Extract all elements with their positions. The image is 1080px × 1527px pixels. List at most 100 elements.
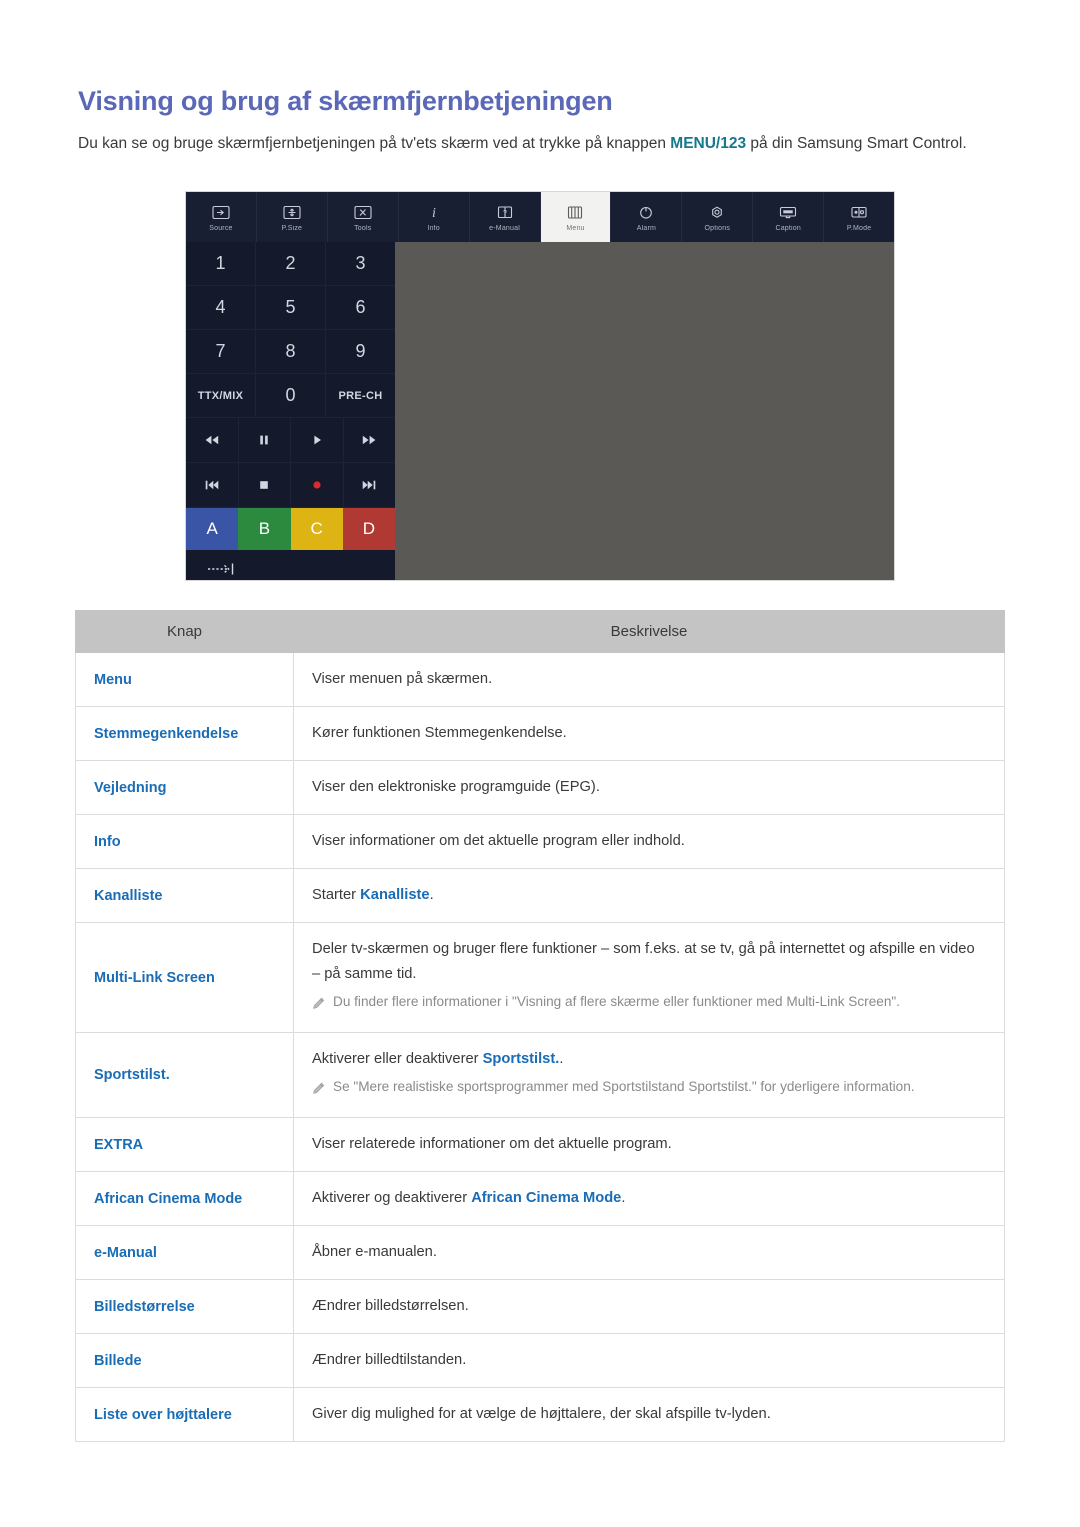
remote-toolbar-label: e-Manual	[489, 224, 520, 232]
keypad-button-4[interactable]: 4	[186, 286, 256, 330]
button-name-cell[interactable]: e-Manual	[75, 1225, 294, 1280]
table-row: Billede Ændrer billedtilstanden.	[75, 1333, 1005, 1388]
button-name-cell[interactable]: Info	[75, 814, 294, 869]
button-name-cell[interactable]: Kanalliste	[75, 868, 294, 923]
keypad-button-1[interactable]: 1	[186, 242, 256, 286]
description-link[interactable]: Sportstilst.	[483, 1051, 560, 1067]
description-cell: Viser informationer om det aktuelle prog…	[293, 814, 1005, 869]
description-fragment: Viser informationer om det aktuelle prog…	[312, 833, 685, 849]
description-cell: Starter Kanalliste.	[293, 868, 1005, 923]
button-name-cell[interactable]: Billedstørrelse	[75, 1279, 294, 1334]
stop-icon[interactable]	[238, 463, 291, 508]
table-row: Stemmegenkendelse Kører funktionen Stemme…	[75, 706, 1005, 761]
button-name-cell[interactable]: Menu	[75, 652, 294, 707]
remote-toolbar-item-source[interactable]: Source	[186, 192, 257, 242]
remote-toolbar-item-caption[interactable]: Caption	[753, 192, 825, 242]
keypad-button-7[interactable]: 7	[186, 330, 256, 374]
alarm-icon	[637, 203, 655, 223]
description-text: Giver dig mulighed for at vælge de højtt…	[312, 1402, 986, 1427]
description-link[interactable]: Kanalliste	[360, 887, 429, 903]
remote-toolbar-item-e-manual[interactable]: ? e-Manual	[470, 192, 541, 242]
description-fragment: Ændrer billedtilstanden.	[312, 1352, 467, 1368]
remote-toolbar-label: Caption	[775, 224, 801, 232]
keypad-button-3[interactable]: 3	[326, 242, 395, 286]
keypad-button-9[interactable]: 9	[326, 330, 395, 374]
record-icon[interactable]	[291, 463, 344, 508]
exit-row[interactable]	[186, 550, 395, 580]
color-button-c[interactable]: C	[290, 508, 343, 550]
description-fragment: Ændrer billedstørrelsen.	[312, 1298, 469, 1314]
keypad-row: 789	[186, 330, 395, 374]
table-header-row: Knap Beskrivelse	[75, 610, 1005, 653]
remote-toolbar-item-alarm[interactable]: Alarm	[611, 192, 683, 242]
keypad-button-ttx-mix[interactable]: TTX/MIX	[186, 374, 256, 418]
description-link[interactable]: African Cinema Mode	[471, 1190, 621, 1206]
description-cell: Deler tv-skærmen og bruger flere funktio…	[293, 922, 1005, 1033]
button-name-cell[interactable]: Vejledning	[75, 760, 294, 815]
button-name-cell[interactable]: Sportstilst.	[75, 1032, 294, 1118]
table-row: African Cinema Mode Aktiverer og deaktive…	[75, 1171, 1005, 1226]
next-icon[interactable]	[343, 463, 395, 508]
previous-icon[interactable]	[186, 463, 239, 508]
intro-text-before: Du kan se og bruge skærmfjernbetjeningen…	[78, 134, 671, 152]
table-row: Sportstilst. Aktiverer eller deaktiverer …	[75, 1032, 1005, 1118]
description-fragment: Deler tv-skærmen og bruger flere funktio…	[312, 941, 975, 982]
keypad-button-2[interactable]: 2	[256, 242, 326, 286]
remote-toolbar-item-tools[interactable]: Tools	[328, 192, 399, 242]
description-fragment: Viser den elektroniske programguide (EPG…	[312, 779, 600, 795]
keypad-button-0[interactable]: 0	[256, 374, 326, 418]
pmode-icon	[850, 203, 868, 223]
column-header-beskrivelse: Beskrivelse	[293, 610, 1005, 653]
svg-text:i: i	[432, 206, 436, 220]
color-button-a[interactable]: A	[186, 508, 239, 550]
table-row: Menu Viser menuen på skærmen.	[75, 652, 1005, 707]
tv-screen-panel	[395, 242, 894, 580]
table-row: e-Manual Åbner e-manualen.	[75, 1225, 1005, 1280]
button-name-cell[interactable]: EXTRA	[75, 1117, 294, 1172]
svg-text:?: ?	[503, 210, 507, 217]
remote-toolbar-label: P.Size	[281, 224, 303, 232]
remote-toolbar-item-p-mode[interactable]: P.Mode	[824, 192, 894, 242]
emanual-icon: ?	[496, 203, 514, 223]
play-icon[interactable]	[291, 418, 344, 463]
remote-toolbar-label: Alarm	[636, 224, 657, 232]
color-button-d[interactable]: D	[342, 508, 395, 550]
pencil-icon	[312, 994, 325, 1018]
color-button-b[interactable]: B	[238, 508, 291, 550]
keypad-button-5[interactable]: 5	[256, 286, 326, 330]
rewind-icon[interactable]	[186, 418, 239, 463]
description-text: Aktiverer eller deaktiverer Sportstilst.…	[312, 1047, 986, 1072]
remote-toolbar-item-p-size[interactable]: P.Size	[257, 192, 328, 242]
color-button-row: ABCD	[186, 508, 395, 550]
media-row-1	[186, 418, 395, 463]
info-icon: i	[425, 203, 443, 223]
fast-forward-icon[interactable]	[343, 418, 395, 463]
button-name-cell[interactable]: Billede	[75, 1333, 294, 1388]
remote-toolbar-item-info[interactable]: i Info	[399, 192, 470, 242]
remote-toolbar-item-menu[interactable]: Menu	[540, 192, 612, 242]
description-text: Deler tv-skærmen og bruger flere funktio…	[312, 937, 986, 987]
button-name-cell[interactable]: Multi-Link Screen	[75, 922, 294, 1033]
description-fragment: .	[429, 887, 434, 903]
remote-keypad: 1 2 3 4 5 6 7 8 9 TTX/MIX 0 PRE-CH A B C D	[186, 242, 395, 580]
button-name-cell[interactable]: Liste over højttalere	[75, 1387, 294, 1442]
keypad-row: 123	[186, 242, 395, 286]
tools-icon	[354, 203, 372, 223]
description-fragment: Starter	[312, 887, 361, 903]
description-fragment: Kører funktionen Stemmegenkendelse.	[312, 725, 567, 741]
keypad-button-6[interactable]: 6	[326, 286, 395, 330]
description-fragment: Aktiverer eller deaktiverer	[312, 1051, 483, 1067]
description-text: Kører funktionen Stemmegenkendelse.	[312, 721, 986, 746]
description-text: Viser den elektroniske programguide (EPG…	[312, 775, 986, 800]
description-cell: Ændrer billedtilstanden.	[293, 1333, 1005, 1388]
remote-body: 1 2 3 4 5 6 7 8 9 TTX/MIX 0 PRE-CH A B C D	[186, 242, 894, 580]
keypad-button-pre-ch[interactable]: PRE-CH	[326, 374, 395, 418]
keypad-button-8[interactable]: 8	[256, 330, 326, 374]
button-name-cell[interactable]: African Cinema Mode	[75, 1171, 294, 1226]
exit-arrow-icon[interactable]	[206, 561, 240, 580]
remote-toolbar-item-options[interactable]: Options	[682, 192, 754, 242]
pause-icon[interactable]	[238, 418, 291, 463]
button-name-cell[interactable]: Stemmegenkendelse	[75, 706, 294, 761]
psize-icon	[283, 203, 301, 223]
keypad-row: TTX/MIX 0 PRE-CH	[186, 374, 395, 418]
